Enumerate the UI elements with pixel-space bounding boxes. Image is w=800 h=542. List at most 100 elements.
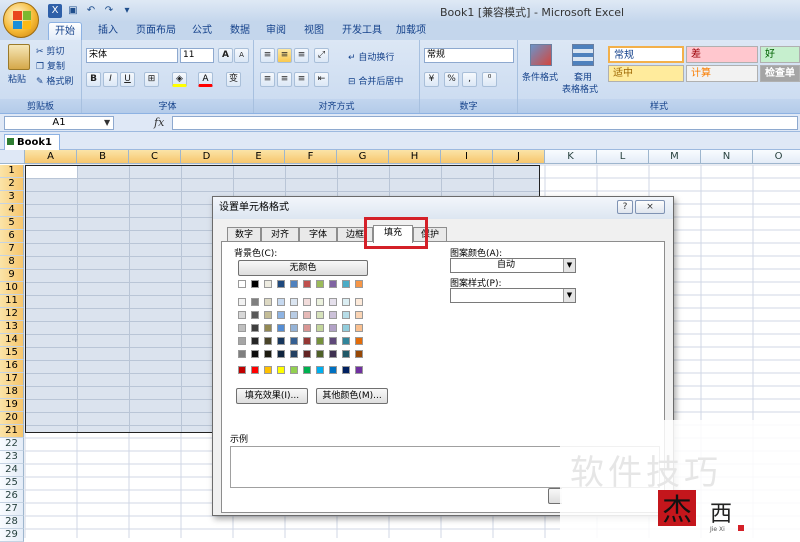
color-swatch-tint[interactable] [238, 324, 246, 332]
name-box[interactable]: A1 [4, 116, 114, 130]
color-swatch-standard[interactable] [264, 366, 272, 374]
conditional-format-label[interactable]: 条件格式 [522, 70, 558, 83]
align-left-button[interactable]: ≡ [260, 72, 275, 87]
color-swatch-tint[interactable] [329, 311, 337, 319]
color-swatch-tint[interactable] [264, 298, 272, 306]
color-swatch-tint[interactable] [316, 311, 324, 319]
phonetic-button[interactable]: 变 [226, 72, 241, 87]
tab-data[interactable]: 数据 [224, 22, 256, 40]
color-swatch-theme[interactable] [329, 280, 337, 288]
color-swatch-theme[interactable] [238, 280, 246, 288]
function-icon[interactable]: fx [154, 116, 168, 130]
color-swatch-tint[interactable] [342, 298, 350, 306]
color-swatch-tint[interactable] [329, 298, 337, 306]
formula-input[interactable] [172, 116, 798, 130]
format-painter-button[interactable]: ✎ 格式刷 [36, 74, 73, 87]
color-swatch-tint[interactable] [355, 298, 363, 306]
save-icon[interactable]: ▣ [66, 4, 80, 18]
table-format-label-2[interactable]: 表格格式 [562, 82, 598, 95]
color-swatch-tint[interactable] [342, 337, 350, 345]
merge-center-button[interactable]: ⊟ 合并后居中 [348, 74, 403, 87]
style-calculation[interactable]: 计算 [686, 65, 758, 82]
color-swatch-tint[interactable] [277, 324, 285, 332]
style-check-cell[interactable]: 检查单 [760, 65, 800, 82]
color-swatch-tint[interactable] [290, 337, 298, 345]
italic-button[interactable]: I [103, 72, 118, 87]
tab-review[interactable]: 审阅 [260, 22, 292, 40]
decrease-indent-button[interactable]: ⇤ [314, 72, 329, 87]
redo-icon[interactable]: ↷ [102, 4, 116, 18]
dialog-help-button[interactable]: ? [617, 200, 633, 214]
color-swatch-tint[interactable] [316, 350, 324, 358]
color-swatch-tint[interactable] [303, 298, 311, 306]
color-swatch-tint[interactable] [251, 311, 259, 319]
conditional-format-icon[interactable] [530, 44, 552, 66]
color-swatch-tint[interactable] [251, 337, 259, 345]
pattern-color-select[interactable]: 自动 ▼ [450, 258, 576, 273]
active-cell-a1[interactable] [26, 166, 77, 178]
color-swatch-tint[interactable] [355, 324, 363, 332]
cut-button[interactable]: ✂ 剪切 [36, 44, 64, 57]
color-swatch-tint[interactable] [290, 311, 298, 319]
color-swatch-standard[interactable] [316, 366, 324, 374]
color-swatch-standard[interactable] [238, 366, 246, 374]
align-top-button[interactable]: ≡ [260, 48, 275, 63]
tab-view[interactable]: 视图 [298, 22, 330, 40]
no-color-button[interactable]: 无颜色 [238, 260, 368, 276]
color-swatch-tint[interactable] [277, 350, 285, 358]
paste-label[interactable]: 粘贴 [8, 72, 26, 85]
align-bottom-button[interactable]: ≡ [294, 48, 309, 63]
font-color-button[interactable]: A [198, 72, 213, 87]
font-name-select[interactable]: 宋体 [86, 48, 178, 63]
wrap-text-button[interactable]: ↵ 自动换行 [348, 50, 394, 63]
tab-formulas[interactable]: 公式 [186, 22, 218, 40]
orientation-button[interactable]: ⤢ [314, 48, 329, 63]
color-swatch-tint[interactable] [342, 311, 350, 319]
color-swatch-theme[interactable] [355, 280, 363, 288]
color-swatch-tint[interactable] [316, 337, 324, 345]
tab-home[interactable]: 开始 [48, 22, 82, 40]
style-bad[interactable]: 差 [686, 46, 758, 63]
color-swatch-standard[interactable] [290, 366, 298, 374]
undo-icon[interactable]: ↶ [84, 4, 98, 18]
color-swatch-standard[interactable] [355, 366, 363, 374]
tab-developer[interactable]: 开发工具 [336, 22, 388, 40]
style-good[interactable]: 好 [760, 46, 800, 63]
color-swatch-tint[interactable] [290, 298, 298, 306]
bold-button[interactable]: B [86, 72, 101, 87]
color-swatch-standard[interactable] [251, 366, 259, 374]
align-middle-button[interactable]: ≡ [277, 48, 292, 63]
color-swatch-tint[interactable] [329, 350, 337, 358]
more-colors-button[interactable]: 其他颜色(M)... [316, 388, 388, 404]
color-swatch-tint[interactable] [303, 324, 311, 332]
fill-color-button[interactable]: ◈ [172, 72, 187, 87]
style-neutral[interactable]: 适中 [608, 65, 684, 82]
percent-button[interactable]: % [444, 72, 459, 87]
color-swatch-tint[interactable] [264, 337, 272, 345]
qat-more-icon[interactable]: ▾ [120, 4, 134, 18]
color-swatch-tint[interactable] [251, 350, 259, 358]
fill-effects-button[interactable]: 填充效果(I)... [236, 388, 308, 404]
tab-insert[interactable]: 插入 [92, 22, 124, 40]
color-swatch-tint[interactable] [290, 324, 298, 332]
color-swatch-tint[interactable] [251, 324, 259, 332]
color-swatch-tint[interactable] [264, 324, 272, 332]
pattern-style-select[interactable]: ▼ [450, 288, 576, 303]
tab-alignment[interactable]: 对齐 [261, 227, 299, 242]
color-swatch-tint[interactable] [355, 350, 363, 358]
color-swatch-tint[interactable] [316, 298, 324, 306]
style-normal[interactable]: 常规 [608, 46, 684, 63]
color-swatch-theme[interactable] [277, 280, 285, 288]
color-swatch-tint[interactable] [355, 337, 363, 345]
color-swatch-theme[interactable] [290, 280, 298, 288]
number-format-select[interactable]: 常规 [424, 48, 514, 63]
color-swatch-tint[interactable] [303, 350, 311, 358]
color-swatch-tint[interactable] [264, 311, 272, 319]
shrink-font-button[interactable]: A [234, 48, 249, 63]
color-swatch-tint[interactable] [277, 311, 285, 319]
table-format-icon[interactable] [572, 44, 594, 66]
align-center-button[interactable]: ≡ [277, 72, 292, 87]
color-swatch-tint[interactable] [342, 324, 350, 332]
color-swatch-tint[interactable] [329, 337, 337, 345]
underline-button[interactable]: U [120, 72, 135, 87]
